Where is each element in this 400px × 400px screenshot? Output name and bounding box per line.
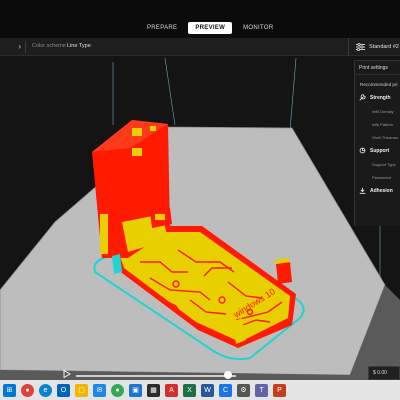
file-explorer-icon[interactable]: ▢ [75, 383, 88, 397]
wrench-icon [359, 94, 366, 101]
stage-tabs: PREPARE PREVIEW MONITOR [140, 22, 280, 34]
store-icon[interactable]: ▦ [147, 383, 160, 397]
support-icon [359, 147, 366, 154]
adhesion-icon [359, 187, 366, 194]
windows-taskbar: ⊞ ● e O ▢ ✉ ● ▣ ▦ A X W C ⚙ T P [0, 380, 400, 400]
panel-title: Print settings [355, 61, 400, 75]
excel-icon[interactable]: X [183, 383, 196, 397]
color-scheme-label: Color scheme [32, 43, 66, 49]
strength-label: Strength [370, 94, 391, 101]
settings-icon[interactable]: ⚙ [237, 383, 250, 397]
cost-display: $ 0.00 [368, 366, 400, 380]
support-label: Support [370, 147, 390, 154]
layer-preview-scene[interactable]: windows 10 [0, 56, 400, 380]
setting-support-type[interactable]: Support Type [355, 154, 400, 167]
section-strength[interactable]: Strength [355, 87, 400, 101]
play-icon[interactable] [63, 370, 71, 378]
print-settings-panel: Print settings Recommended pri Strength … [354, 60, 400, 226]
print-settings-button[interactable]: Standard #2 [352, 39, 400, 55]
edge-icon[interactable]: e [39, 383, 52, 397]
windows-icon[interactable]: ⊞ [3, 383, 16, 397]
app-header: PREPARE PREVIEW MONITOR [0, 0, 400, 38]
outlook-icon[interactable]: O [57, 383, 70, 397]
section-adhesion[interactable]: Adhesion [355, 180, 400, 194]
profile-label: Standard #2 [369, 44, 399, 50]
tab-monitor[interactable]: MONITOR [236, 22, 280, 34]
color-scheme-dropdown[interactable]: Line Type [67, 43, 91, 49]
collapse-chevron-icon[interactable]: › [2, 41, 26, 53]
layer-progress-handle[interactable] [224, 371, 232, 379]
photos-icon[interactable]: ▣ [129, 383, 142, 397]
chrome-icon[interactable]: ● [21, 383, 34, 397]
section-support[interactable]: Support [355, 140, 400, 154]
tab-prepare[interactable]: PREPARE [140, 22, 184, 34]
view-toolbar: › Color scheme Line Type Standard #2 [0, 38, 400, 56]
right-block [276, 262, 292, 284]
acrobat-icon[interactable]: A [165, 383, 178, 397]
tab-preview[interactable]: PREVIEW [188, 22, 233, 34]
word-icon[interactable]: W [201, 383, 214, 397]
setting-placement[interactable]: Placement [355, 167, 400, 180]
layer-progress-track[interactable] [76, 375, 236, 377]
cura-icon[interactable]: C [219, 383, 232, 397]
toolbar-divider [348, 38, 349, 56]
teams-icon[interactable]: T [255, 383, 268, 397]
setting-infill-density[interactable]: Infill Density [355, 101, 400, 114]
3d-viewport[interactable]: windows 10 [0, 56, 400, 380]
sliders-icon [356, 43, 365, 51]
powerpoint-icon[interactable]: P [273, 383, 286, 397]
mail-icon[interactable]: ✉ [93, 383, 106, 397]
setting-infill-pattern[interactable]: Infill Pattern [355, 114, 400, 127]
setting-shell-thickness[interactable]: Shell Thicknes [355, 127, 400, 140]
connector-slot [155, 214, 165, 220]
chrome-icon[interactable]: ● [111, 383, 124, 397]
recommended-label: Recommended pri [360, 82, 398, 87]
adhesion-label: Adhesion [370, 187, 393, 194]
